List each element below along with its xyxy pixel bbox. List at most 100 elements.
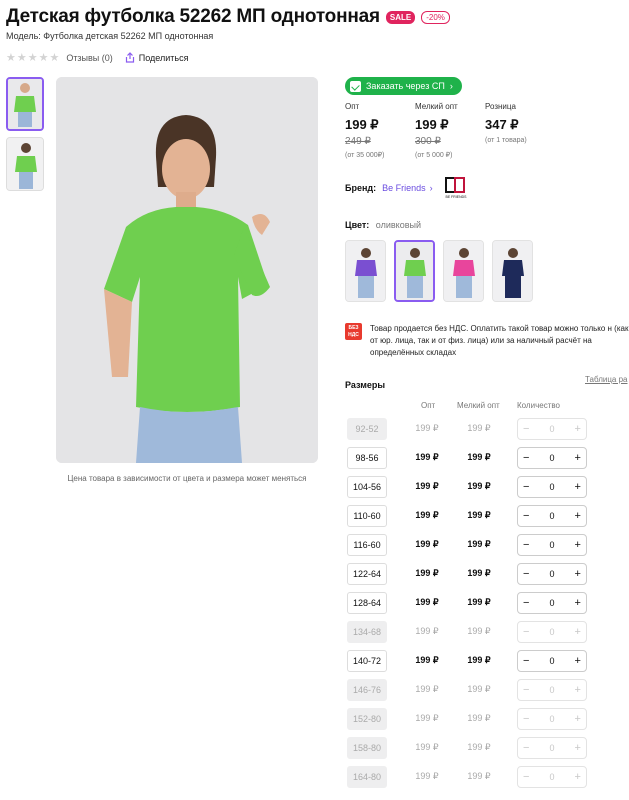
color-value: оливковый xyxy=(375,220,421,230)
color-swatches xyxy=(345,240,533,302)
brand-link[interactable]: Be Friends xyxy=(382,183,426,193)
quantity-stepper[interactable]: − 0 + xyxy=(517,563,587,585)
size-label[interactable]: 122-64 xyxy=(347,563,387,585)
plus-icon: + xyxy=(574,771,581,783)
col-opt: Опт xyxy=(421,401,436,410)
color-label: Цвет: xyxy=(345,220,370,230)
minus-icon: − xyxy=(523,626,530,638)
minus-icon[interactable]: − xyxy=(523,452,529,464)
plus-icon[interactable]: + xyxy=(575,568,581,580)
plus-icon: + xyxy=(574,626,581,638)
quantity-value[interactable]: 0 xyxy=(549,482,554,492)
thumbnail-back[interactable] xyxy=(6,137,44,191)
minus-icon[interactable]: − xyxy=(523,481,529,493)
sizes-title: Размеры xyxy=(345,380,386,390)
chevron-right-icon: › xyxy=(429,183,433,193)
size-label[interactable]: 128-64 xyxy=(347,592,387,614)
plus-icon[interactable]: + xyxy=(575,655,581,667)
plus-icon[interactable]: + xyxy=(575,452,581,464)
color-swatch-pink[interactable] xyxy=(443,240,484,302)
plus-icon: + xyxy=(574,713,581,725)
size-label[interactable]: 116-60 xyxy=(347,534,387,556)
price-value: 199 ₽ xyxy=(345,117,379,132)
opt-price: 199 ₽ xyxy=(415,481,439,491)
plus-icon[interactable]: + xyxy=(575,597,581,609)
sizes-header: Размеры Таблица ра xyxy=(345,375,629,393)
size-label: 134-68 xyxy=(347,621,387,643)
price-old: 300 ₽ xyxy=(415,136,441,147)
product-info-panel: Заказать через СП › Опт 199 ₽ 249 ₽ (от … xyxy=(345,77,629,788)
quantity-value: 0 xyxy=(549,772,555,782)
opt-price: 199 ₽ xyxy=(415,597,439,607)
minus-icon: − xyxy=(523,713,530,725)
size-table-link[interactable]: Таблица ра xyxy=(585,375,628,384)
size-label[interactable]: 104-56 xyxy=(347,476,387,498)
minus-icon[interactable]: − xyxy=(523,568,529,580)
size-label[interactable]: 140-72 xyxy=(347,650,387,672)
price-value: 347 ₽ xyxy=(485,117,519,132)
share-icon xyxy=(125,52,135,63)
color-swatch-green[interactable] xyxy=(394,240,435,302)
quantity-value: 0 xyxy=(549,685,555,695)
main-product-photo[interactable] xyxy=(56,77,318,463)
quantity-value[interactable]: 0 xyxy=(549,569,554,579)
opt-price: 199 ₽ xyxy=(415,713,439,723)
price-block: Опт 199 ₽ 249 ₽ (от 35 000₽) Мелкий опт … xyxy=(345,102,555,159)
minus-icon[interactable]: − xyxy=(523,510,529,522)
share-label: Поделиться xyxy=(138,52,189,63)
order-sp-label: Заказать через СП xyxy=(366,81,445,91)
minus-icon: − xyxy=(523,742,530,754)
quantity-value[interactable]: 0 xyxy=(549,656,554,666)
plus-icon[interactable]: + xyxy=(575,510,581,522)
small-opt-price: 199 ₽ xyxy=(467,597,491,607)
quantity-stepper[interactable]: − 0 + xyxy=(517,650,587,672)
opt-price: 199 ₽ xyxy=(415,539,439,549)
color-swatch-navy[interactable] xyxy=(492,240,533,302)
quantity-value: 0 xyxy=(549,714,555,724)
minus-icon[interactable]: − xyxy=(523,539,529,551)
quantity-stepper: − 0 + xyxy=(517,679,587,701)
rating-row: ★★★★★ Отзывы (0) Поделиться xyxy=(6,51,188,64)
quantity-stepper: − 0 + xyxy=(517,621,587,643)
quantity-value[interactable]: 0 xyxy=(549,598,554,608)
size-label: 92-52 xyxy=(347,418,387,440)
opt-price: 199 ₽ xyxy=(415,626,439,636)
small-opt-price: 199 ₽ xyxy=(467,481,491,491)
quantity-value[interactable]: 0 xyxy=(549,540,554,550)
size-row: 122-64 199 ₽ 199 ₽ − 0 + xyxy=(345,563,629,587)
quantity-value[interactable]: 0 xyxy=(549,511,554,521)
size-label: 146-76 xyxy=(347,679,387,701)
quantity-value: 0 xyxy=(549,424,555,434)
product-header: Детская футболка 52262 МП однотонная SAL… xyxy=(6,6,450,28)
brand-label: Бренд: xyxy=(345,183,377,193)
size-label[interactable]: 98-56 xyxy=(347,447,387,469)
size-label[interactable]: 110-60 xyxy=(347,505,387,527)
reviews-link[interactable]: Отзывы (0) xyxy=(66,53,112,63)
plus-icon: + xyxy=(574,742,581,754)
quantity-stepper[interactable]: − 0 + xyxy=(517,505,587,527)
quantity-stepper[interactable]: − 0 + xyxy=(517,534,587,556)
minus-icon[interactable]: − xyxy=(523,655,529,667)
share-button[interactable]: Поделиться xyxy=(125,52,189,63)
discount-badge: -20% xyxy=(421,10,450,24)
color-swatch-purple[interactable] xyxy=(345,240,386,302)
quantity-stepper[interactable]: − 0 + xyxy=(517,447,587,469)
model-text: Модель: Футболка детская 52262 МП одното… xyxy=(6,31,214,41)
order-sp-button[interactable]: Заказать через СП › xyxy=(345,77,462,95)
plus-icon[interactable]: + xyxy=(575,539,581,551)
col-small-opt: Мелкий опт xyxy=(457,401,500,410)
brand-logo[interactable]: BE FRIENDS xyxy=(443,177,469,199)
plus-icon: + xyxy=(574,423,581,435)
vat-notice: БЕЗ НДС Товар продается без НДС. Оплатит… xyxy=(345,323,629,359)
price-old: 249 ₽ xyxy=(345,136,371,147)
quantity-stepper[interactable]: − 0 + xyxy=(517,476,587,498)
quantity-stepper[interactable]: − 0 + xyxy=(517,592,587,614)
minus-icon[interactable]: − xyxy=(523,597,529,609)
size-row: 146-76 199 ₽ 199 ₽ − 0 + xyxy=(345,679,629,703)
photo-caption: Цена товара в зависимости от цвета и раз… xyxy=(67,474,307,483)
size-row: 134-68 199 ₽ 199 ₽ − 0 + xyxy=(345,621,629,645)
plus-icon[interactable]: + xyxy=(575,481,581,493)
thumbnail-front[interactable] xyxy=(6,77,44,131)
quantity-value[interactable]: 0 xyxy=(549,453,554,463)
small-opt-price: 199 ₽ xyxy=(467,684,491,694)
